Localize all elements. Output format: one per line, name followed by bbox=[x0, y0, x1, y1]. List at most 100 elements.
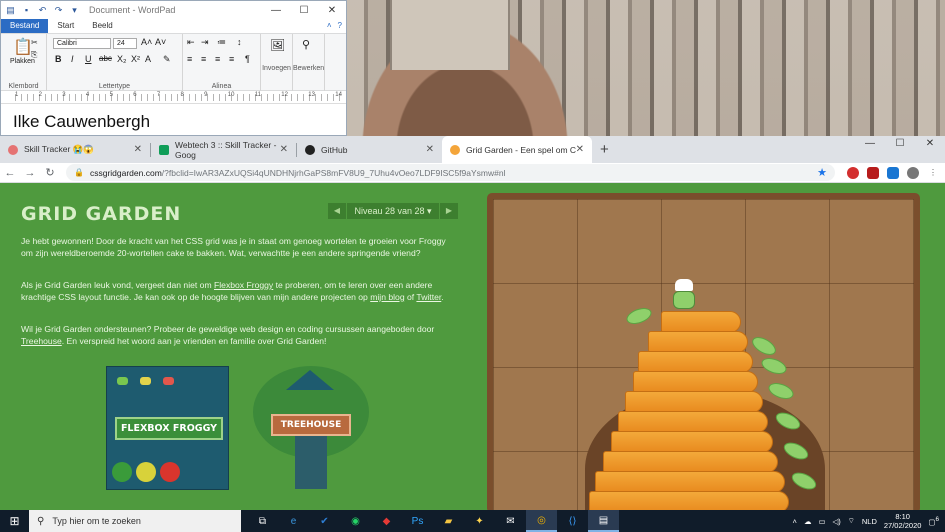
tray-overflow-icon[interactable]: ˄ bbox=[793, 517, 797, 526]
blog-link[interactable]: mijn blog bbox=[370, 292, 404, 302]
document-area[interactable]: Ilke Cauwenbergh bbox=[1, 104, 346, 135]
profile-avatar[interactable] bbox=[907, 166, 919, 179]
task-view-icon[interactable]: ⧉ bbox=[247, 510, 278, 532]
edge-icon[interactable]: e bbox=[278, 510, 309, 532]
help-icon[interactable]: ? bbox=[338, 21, 342, 31]
flexbox-froggy-link[interactable]: Flexbox Froggy bbox=[214, 280, 273, 290]
find-icon[interactable]: ⚲ bbox=[302, 38, 310, 51]
taskbar-search[interactable]: ⚲ Typ hier om te zoeken bbox=[29, 510, 241, 532]
treehouse-card[interactable]: TREEHOUSE bbox=[251, 366, 371, 490]
todo-icon[interactable]: ✔ bbox=[309, 510, 340, 532]
close-button[interactable]: ✕ bbox=[318, 5, 346, 16]
reload-icon[interactable]: ↻ bbox=[40, 166, 60, 179]
edit-button[interactable]: Bewerken bbox=[293, 65, 324, 72]
highlight-icon[interactable]: ✎ bbox=[163, 54, 171, 65]
onedrive-icon[interactable]: ☁ bbox=[804, 517, 812, 526]
increase-indent-icon[interactable]: ⇥ bbox=[201, 37, 209, 48]
maximize-button[interactable]: ☐ bbox=[290, 5, 318, 16]
menu-icon[interactable]: ⋮ bbox=[927, 167, 939, 179]
insert-button[interactable]: Invoegen bbox=[261, 65, 292, 72]
mail-icon[interactable]: ✉ bbox=[495, 510, 526, 532]
shrink-font-icon[interactable]: A˅ bbox=[155, 37, 166, 47]
level-select[interactable]: Niveau 28 van 28 ▾ bbox=[347, 203, 439, 219]
tab-close-icon[interactable]: ✕ bbox=[134, 144, 142, 155]
cut-icon[interactable]: ✂ bbox=[31, 38, 38, 47]
strikethrough-button[interactable]: abc bbox=[99, 54, 112, 63]
address-bar[interactable]: 🔒 cssgridgarden.com /?fbclid=IwAR3AZxUQS… bbox=[66, 164, 835, 181]
flexbox-froggy-button[interactable]: FLEXBOX FROGGY bbox=[115, 417, 223, 440]
undo-icon[interactable]: ↶ bbox=[37, 5, 48, 16]
photoshop-icon[interactable]: Ps bbox=[402, 510, 433, 532]
start-button[interactable]: ⊞ bbox=[0, 510, 29, 532]
document-text[interactable]: Ilke Cauwenbergh bbox=[13, 112, 150, 131]
tab-webtech[interactable]: Webtech 3 :: Skill Tracker - Goog ✕ bbox=[151, 136, 296, 163]
tab-skill-tracker[interactable]: Skill Tracker 😭😱 ✕ bbox=[0, 136, 150, 163]
italic-button[interactable]: I bbox=[71, 54, 74, 64]
new-tab-button[interactable]: + bbox=[592, 141, 617, 158]
font-name-select[interactable]: Calibri bbox=[53, 38, 111, 49]
justify-icon[interactable]: ≡ bbox=[229, 54, 234, 64]
tab-beeld[interactable]: Beeld bbox=[83, 19, 121, 33]
save-icon[interactable]: ▪ bbox=[21, 5, 32, 16]
tab-github[interactable]: GitHub ✕ bbox=[297, 136, 442, 163]
paste-icon[interactable]: 📋 bbox=[13, 37, 33, 57]
translate-extension-icon[interactable] bbox=[887, 166, 899, 179]
tab-grid-garden[interactable]: Grid Garden - Een spel om CSS g ✕ bbox=[442, 136, 592, 163]
paragraph-dialog-icon[interactable]: ¶ bbox=[245, 54, 250, 64]
bullets-icon[interactable]: ≔ bbox=[217, 37, 226, 48]
wordpad-taskbar-icon[interactable]: ▤ bbox=[588, 510, 619, 532]
align-center-icon[interactable]: ≡ bbox=[201, 54, 206, 64]
tab-close-icon[interactable]: ✕ bbox=[426, 144, 434, 155]
next-level-button[interactable]: ▶ bbox=[440, 203, 458, 219]
superscript-button[interactable]: X² bbox=[131, 54, 140, 64]
subscript-button[interactable]: X₂ bbox=[117, 54, 127, 64]
tab-start[interactable]: Start bbox=[48, 19, 83, 33]
align-right-icon[interactable]: ≡ bbox=[215, 54, 220, 64]
bold-button[interactable]: B bbox=[55, 54, 62, 64]
forward-icon[interactable]: → bbox=[20, 167, 40, 179]
tab-bestand[interactable]: Bestand bbox=[1, 19, 49, 33]
treehouse-link[interactable]: Treehouse bbox=[21, 336, 62, 346]
wifi-icon[interactable]: ⌔ bbox=[848, 516, 855, 526]
insert-picture-icon[interactable]: 🖼 bbox=[270, 38, 285, 52]
network-icon[interactable]: ▭ bbox=[818, 517, 825, 526]
lock-icon[interactable]: 🔒 bbox=[74, 168, 84, 177]
redo-icon[interactable]: ↷ bbox=[53, 5, 64, 16]
line-spacing-icon[interactable]: ↕ bbox=[237, 37, 242, 47]
tab-close-icon[interactable]: ✕ bbox=[576, 144, 584, 155]
vscode-icon[interactable]: ⟨⟩ bbox=[557, 510, 588, 532]
maximize-button[interactable]: ☐ bbox=[885, 136, 915, 154]
prev-level-button[interactable]: ◀ bbox=[328, 203, 346, 219]
tips-icon[interactable]: ✦ bbox=[464, 510, 495, 532]
quick-access-dropdown-icon[interactable]: ▾ bbox=[69, 5, 80, 16]
bookmark-star-icon[interactable]: ★ bbox=[817, 166, 827, 179]
whatsapp-icon[interactable]: ◉ bbox=[340, 510, 371, 532]
acrobat-icon[interactable]: ◆ bbox=[371, 510, 402, 532]
file-explorer-icon[interactable]: ▰ bbox=[433, 510, 464, 532]
treehouse-button[interactable]: TREEHOUSE bbox=[271, 414, 351, 436]
twitter-link[interactable]: Twitter bbox=[416, 292, 441, 302]
font-size-select[interactable]: 24 bbox=[113, 38, 137, 49]
minimize-button[interactable]: — bbox=[262, 5, 290, 16]
opera-extension-icon[interactable] bbox=[847, 166, 859, 179]
chrome-icon[interactable]: ◎ bbox=[526, 510, 557, 532]
volume-icon[interactable]: ◁) bbox=[833, 517, 841, 526]
copy-icon[interactable]: ⎘ bbox=[31, 50, 37, 60]
flexbox-froggy-card[interactable]: FLEXBOX FROGGY bbox=[106, 366, 229, 490]
grow-font-icon[interactable]: A˄ bbox=[141, 37, 152, 47]
clock[interactable]: 8:10 27/02/2020 bbox=[884, 512, 922, 530]
align-left-icon[interactable]: ≡ bbox=[187, 54, 192, 64]
language-indicator[interactable]: NLD bbox=[862, 517, 877, 526]
notification-center-icon[interactable]: ▢6 bbox=[928, 516, 939, 527]
back-icon[interactable]: ← bbox=[0, 167, 20, 179]
close-button[interactable]: ✕ bbox=[915, 136, 945, 154]
underline-button[interactable]: U bbox=[85, 54, 92, 64]
tab-close-icon[interactable]: ✕ bbox=[280, 144, 288, 155]
text-color-icon[interactable]: A bbox=[145, 54, 151, 64]
clock-time: 8:10 bbox=[895, 512, 910, 521]
minimize-button[interactable]: — bbox=[855, 136, 885, 154]
ribbon-collapse-icon[interactable]: ˄ bbox=[327, 21, 332, 31]
decrease-indent-icon[interactable]: ⇤ bbox=[187, 37, 195, 48]
chrome-window: Skill Tracker 😭😱 ✕ Webtech 3 :: Skill Tr… bbox=[0, 136, 945, 510]
pdf-extension-icon[interactable] bbox=[867, 166, 879, 179]
